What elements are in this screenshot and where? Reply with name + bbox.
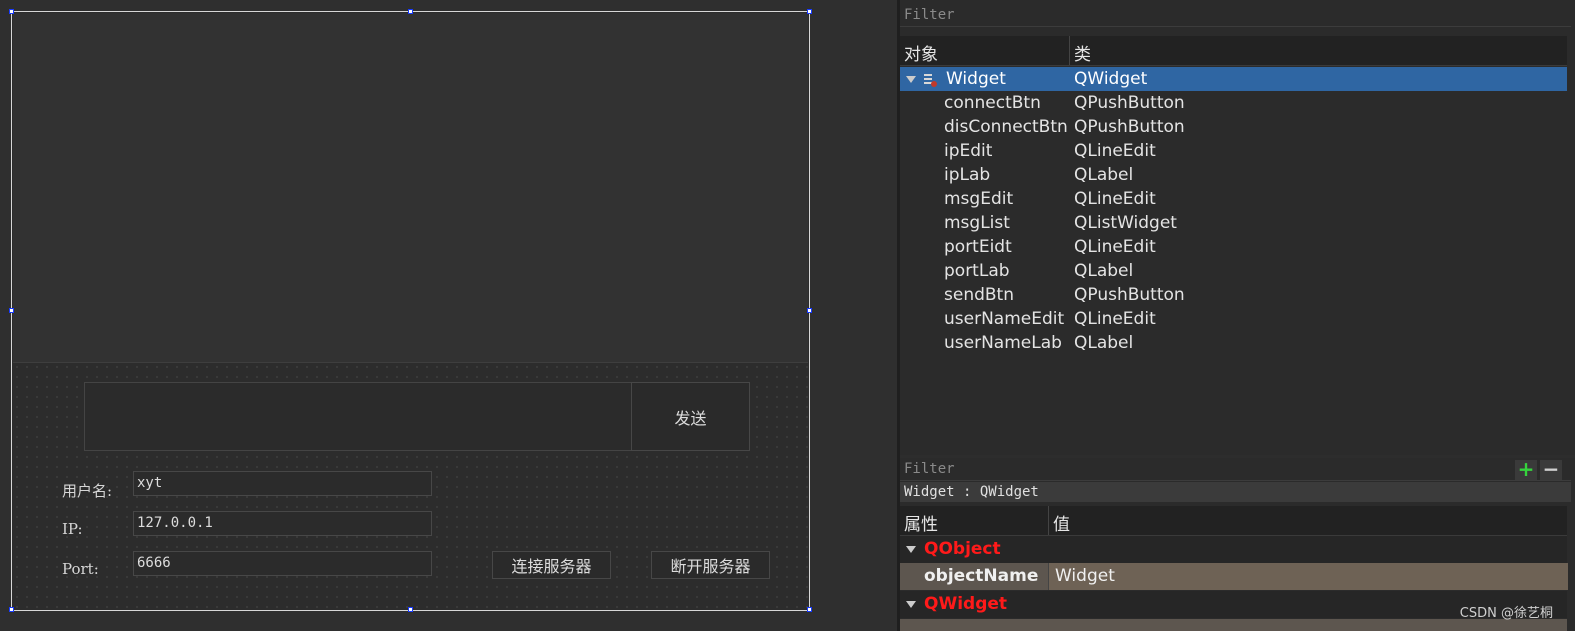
property-filter-input[interactable]: Filter	[900, 458, 1571, 481]
send-button[interactable]: 发送	[631, 382, 750, 451]
tree-item-class: QLabel	[1074, 165, 1134, 185]
object-filter-input[interactable]: Filter	[900, 4, 1571, 27]
resize-handle[interactable]	[9, 607, 14, 612]
tree-row[interactable]: userNameLab QLabel	[900, 331, 1567, 355]
tree-row-root[interactable]: Widget QWidget	[900, 67, 1567, 91]
object-tree-header: 对象 类	[900, 36, 1567, 66]
tree-item-class: QPushButton	[1074, 117, 1185, 137]
property-row-objectname[interactable]: objectName Widget	[900, 563, 1568, 590]
tree-row[interactable]: msgEdit QLineEdit	[900, 187, 1567, 211]
header-class[interactable]: 类	[1074, 40, 1091, 65]
header-object[interactable]: 对象	[904, 40, 938, 65]
resize-handle[interactable]	[9, 9, 14, 14]
resize-handle[interactable]	[408, 9, 413, 14]
resize-handle[interactable]	[408, 607, 413, 612]
tree-item-name: userNameEdit	[944, 309, 1065, 329]
widget-form[interactable]: 发送 用户名: xyt IP: 127.0.0.1 Port: 6666 连接服…	[11, 11, 810, 611]
tree-item-name: ipLab	[944, 165, 991, 185]
tree-row[interactable]: portEidt QLineEdit	[900, 235, 1567, 259]
tree-item-name: portLab	[944, 261, 1010, 281]
tree-item-name: msgList	[944, 213, 1010, 233]
tree-item-name: userNameLab	[944, 333, 1062, 353]
current-object-label: Widget : QWidget	[900, 482, 1571, 502]
msg-edit[interactable]	[84, 382, 632, 451]
tree-item-name: portEidt	[944, 237, 1012, 257]
resize-handle[interactable]	[807, 9, 812, 14]
object-inspector: Filter 对象 类 Widget QWidget connectBtn QPu…	[900, 0, 1575, 455]
tree-item-class: QWidget	[1074, 69, 1148, 89]
tree-item-class: QLabel	[1074, 261, 1134, 281]
header-value[interactable]: 值	[1053, 510, 1070, 535]
collapse-arrow-icon[interactable]	[906, 76, 916, 83]
group-label: QWidget	[924, 594, 1008, 614]
header-divider	[1048, 506, 1049, 535]
tree-item-class: QPushButton	[1074, 285, 1185, 305]
form-editor-canvas[interactable]: 发送 用户名: xyt IP: 127.0.0.1 Port: 6666 连接服…	[0, 0, 900, 631]
group-qobject[interactable]: QObject	[900, 536, 1567, 563]
tree-row[interactable]: ipLab QLabel	[900, 163, 1567, 187]
tree-item-name: Widget	[946, 69, 1006, 89]
resize-handle[interactable]	[807, 308, 812, 313]
property-name: objectName	[924, 566, 1039, 586]
port-edit[interactable]: 6666	[133, 551, 432, 576]
property-value: Widget	[1055, 566, 1115, 586]
tree-item-class: QLineEdit	[1074, 189, 1156, 209]
tree-item-name: disConnectBtn	[944, 117, 1068, 137]
ip-label: IP:	[62, 520, 83, 538]
resize-handle[interactable]	[807, 607, 812, 612]
tree-item-class: QLineEdit	[1074, 309, 1156, 329]
tree-item-name: ipEdit	[944, 141, 993, 161]
username-edit[interactable]: xyt	[133, 471, 432, 496]
connect-button[interactable]: 连接服务器	[492, 551, 611, 579]
tree-item-class: QLineEdit	[1074, 141, 1156, 161]
tree-item-class: QListWidget	[1074, 213, 1177, 233]
username-label: 用户名:	[62, 482, 113, 500]
tree-row[interactable]: userNameEdit QLineEdit	[900, 307, 1567, 331]
property-header: 属性 值	[900, 506, 1567, 536]
tree-row[interactable]: portLab QLabel	[900, 259, 1567, 283]
tree-item-class: QLineEdit	[1074, 237, 1156, 257]
msg-list[interactable]	[13, 13, 808, 363]
header-property[interactable]: 属性	[904, 510, 938, 535]
tree-row[interactable]: msgList QListWidget	[900, 211, 1567, 235]
header-divider	[1069, 36, 1070, 65]
tree-row[interactable]: sendBtn QPushButton	[900, 283, 1567, 307]
collapse-arrow-icon[interactable]	[906, 546, 916, 553]
disconnect-button[interactable]: 断开服务器	[651, 551, 770, 579]
group-label: QObject	[924, 539, 1001, 559]
resize-handle[interactable]	[9, 308, 14, 313]
tree-item-name: connectBtn	[944, 93, 1041, 113]
tree-item-name: sendBtn	[944, 285, 1014, 305]
widget-layout-icon	[923, 71, 937, 87]
tree-row[interactable]: connectBtn QPushButton	[900, 91, 1567, 115]
tree-row[interactable]: disConnectBtn QPushButton	[900, 115, 1567, 139]
property-value-cell[interactable]: Widget	[1048, 563, 1568, 590]
tree-item-class: QLabel	[1074, 333, 1134, 353]
watermark: CSDN @徐艺桐	[1459, 606, 1553, 621]
tree-row[interactable]: ipEdit QLineEdit	[900, 139, 1567, 163]
tree-item-name: msgEdit	[944, 189, 1014, 209]
add-property-icon[interactable]: +	[1515, 459, 1537, 480]
port-label: Port:	[62, 560, 99, 578]
remove-property-icon[interactable]: −	[1540, 459, 1562, 480]
tree-item-class: QPushButton	[1074, 93, 1185, 113]
ip-edit[interactable]: 127.0.0.1	[133, 511, 432, 536]
collapse-arrow-icon[interactable]	[906, 601, 916, 608]
